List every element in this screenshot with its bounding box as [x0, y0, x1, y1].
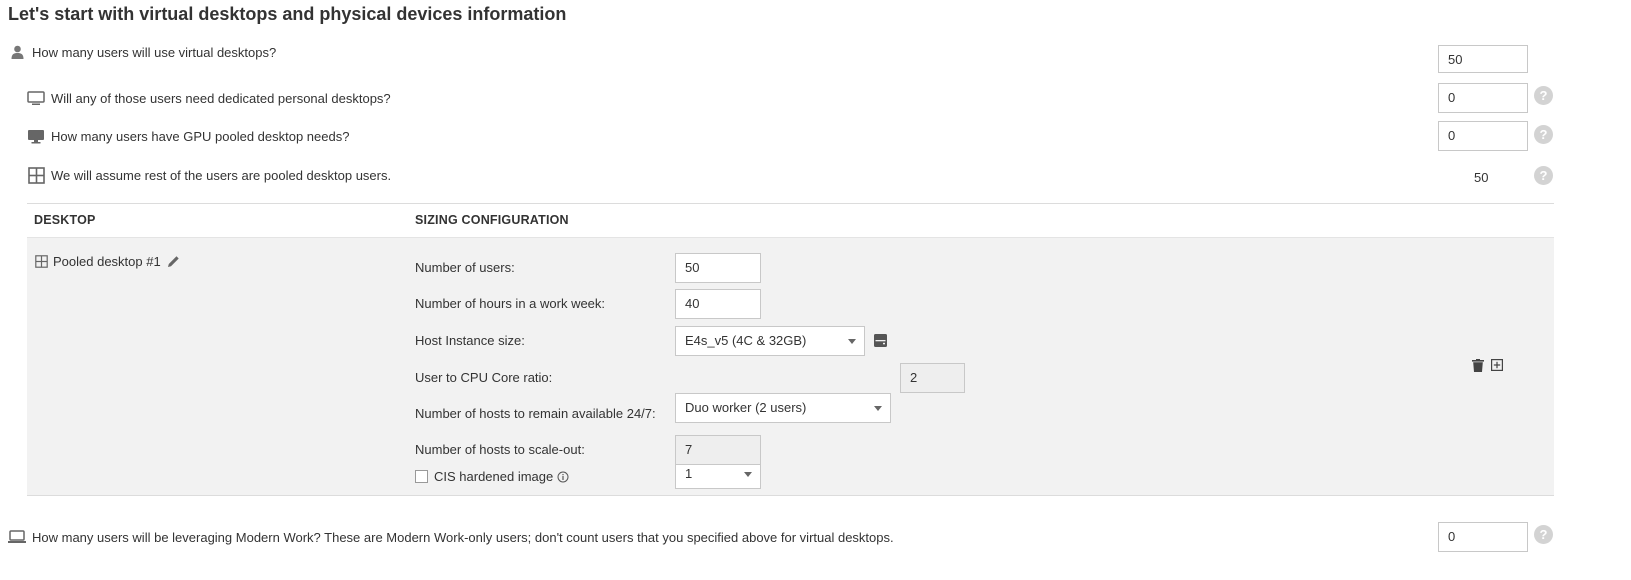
dedicated-users-input[interactable]: 0	[1438, 83, 1528, 113]
trash-icon[interactable]	[1472, 359, 1484, 375]
question-total-users: How many users will use virtual desktops…	[8, 44, 276, 60]
help-icon[interactable]: ?	[1534, 166, 1553, 185]
hours-label: Number of hours in a work week:	[415, 296, 606, 311]
cis-hardened-label: CIS hardened image	[434, 469, 554, 484]
pooled-users-value: 50	[1474, 170, 1489, 185]
chevron-down-icon	[744, 472, 752, 477]
gpu-users-input[interactable]: 0	[1438, 121, 1528, 151]
available-hosts-value: 1	[685, 466, 693, 481]
page-title: Let's start with virtual desktops and ph…	[8, 4, 567, 24]
table-divider	[27, 203, 1554, 204]
add-icon[interactable]	[1491, 359, 1504, 374]
question-pooled: We will assume rest of the users are poo…	[27, 166, 392, 184]
core-ratio-value: Duo worker (2 users)	[685, 400, 807, 415]
question-label: We will assume rest of the users are poo…	[51, 167, 392, 183]
help-icon[interactable]: ?	[1534, 125, 1553, 144]
core-ratio-number: 2	[900, 363, 965, 393]
user-icon	[8, 44, 26, 60]
question-label: How many users will be leveraging Modern…	[32, 529, 894, 545]
question-label: How many users will use virtual desktops…	[32, 44, 277, 60]
question-label: Will any of those users need dedicated p…	[51, 90, 391, 106]
scale-out-input: 7	[675, 435, 761, 465]
modern-work-users-input[interactable]: 0	[1438, 522, 1528, 552]
monitor-filled-icon	[27, 128, 45, 144]
instance-size-select[interactable]: E4s_v5 (4C & 32GB)	[675, 326, 865, 356]
cis-hardened-checkbox[interactable]	[415, 470, 428, 483]
total-users-input[interactable]: 50	[1438, 45, 1528, 73]
pencil-icon[interactable]	[167, 255, 180, 268]
column-header-sizing: SIZING CONFIGURATION	[415, 213, 569, 227]
chevron-down-icon	[848, 339, 856, 344]
chevron-down-icon	[874, 406, 882, 411]
desktop-users-input[interactable]: 50	[675, 253, 761, 283]
laptop-icon	[8, 529, 26, 545]
monitor-icon	[27, 90, 45, 106]
grid-icon	[34, 253, 48, 269]
desktop-name: Pooled desktop #1	[53, 253, 161, 269]
desktop-name-cell: Pooled desktop #1	[34, 253, 180, 269]
ratio-label: User to CPU Core ratio:	[415, 370, 553, 385]
help-icon[interactable]: ?	[1534, 525, 1553, 544]
scale-out-label: Number of hosts to scale-out:	[415, 442, 585, 457]
info-icon[interactable]	[557, 471, 569, 483]
question-dedicated: Will any of those users need dedicated p…	[27, 90, 391, 106]
question-gpu: How many users have GPU pooled desktop n…	[27, 128, 349, 144]
cis-hardened-row: CIS hardened image	[415, 469, 569, 484]
core-ratio-select[interactable]: Duo worker (2 users)	[675, 393, 891, 423]
question-label: How many users have GPU pooled desktop n…	[51, 128, 350, 144]
hours-input[interactable]: 40	[675, 289, 761, 319]
users-label: Number of users:	[415, 260, 515, 275]
grid-icon	[27, 166, 45, 184]
desktop-row-panel	[27, 237, 1554, 496]
question-modern-work: How many users will be leveraging Modern…	[8, 529, 894, 545]
help-icon[interactable]: ?	[1534, 86, 1553, 105]
instance-size-value: E4s_v5 (4C & 32GB)	[685, 333, 807, 348]
column-header-desktop: DESKTOP	[34, 213, 96, 227]
instance-label: Host Instance size:	[415, 333, 525, 348]
available-hosts-label: Number of hosts to remain available 24/7…	[415, 406, 656, 421]
server-icon[interactable]	[874, 334, 887, 350]
